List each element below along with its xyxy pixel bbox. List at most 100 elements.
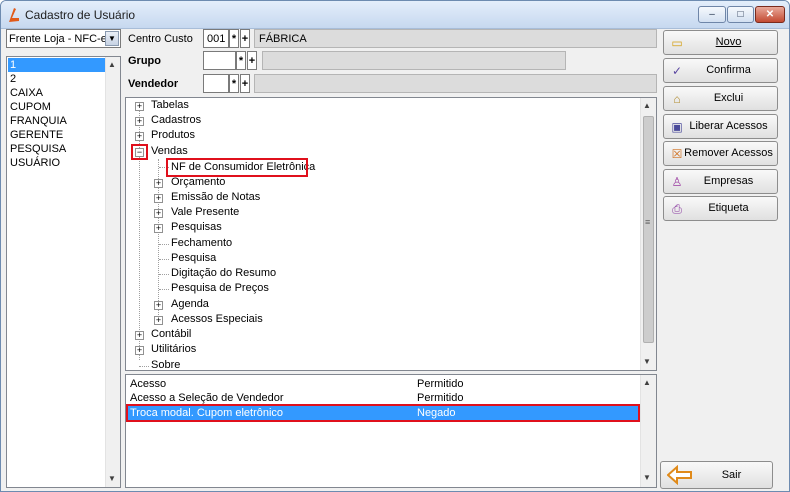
close-icon: ✕ (765, 9, 775, 20)
tree-node-contabil[interactable]: Contábil (151, 327, 191, 342)
minimize-icon: – (709, 9, 715, 20)
tree-node-agenda[interactable]: Agenda (171, 297, 209, 312)
app-logo-icon (9, 8, 19, 22)
store-dropdown-value: Frente Loja - NFC-e (9, 33, 107, 45)
delete-button[interactable]: ⌂ Exclui (663, 86, 778, 111)
tree-line (159, 274, 169, 275)
tree-node-emissao-notas[interactable]: Emissão de Notas (171, 190, 260, 205)
tree-node-pesquisas[interactable]: Pesquisas (171, 220, 222, 235)
tree-node-fechamento[interactable]: Fechamento (171, 236, 232, 251)
seller-search-button[interactable]: * (229, 74, 239, 93)
scroll-down-icon[interactable]: ▼ (108, 474, 116, 483)
tree-line (159, 244, 169, 245)
label-button[interactable]: ⎙ Etiqueta (663, 196, 778, 221)
list-item[interactable]: FRANQUIA (8, 114, 106, 128)
list-item[interactable]: GERENTE (8, 128, 106, 142)
list-item[interactable]: CAIXA (8, 86, 106, 100)
permissions-grid[interactable]: Acesso Permitido Acesso a Seleção de Ven… (125, 374, 657, 488)
tree-node-pesquisa-precos[interactable]: Pesquisa de Preços (171, 281, 269, 296)
companies-button[interactable]: ♙ Empresas (663, 169, 778, 194)
revoke-access-button[interactable]: ☒ Remover Acessos (663, 141, 778, 166)
seller-code-input[interactable] (203, 74, 229, 93)
close-button[interactable]: ✕ (755, 6, 785, 23)
scroll-down-icon[interactable]: ▼ (643, 357, 651, 366)
collapse-highlight (131, 144, 148, 160)
tree-node-utilitarios[interactable]: Utilitários (151, 342, 196, 357)
group-name-field (262, 51, 566, 70)
permissions-tree[interactable]: + Tabelas + Cadastros + Produtos − Venda… (125, 97, 657, 371)
cost-center-add-button[interactable]: + (240, 29, 250, 48)
tree-node-digitacao-resumo[interactable]: Digitação do Resumo (171, 266, 276, 281)
table-row[interactable]: Acesso Permitido (127, 377, 639, 391)
expand-icon[interactable]: + (135, 331, 144, 340)
tree-line (159, 259, 169, 260)
user-list[interactable]: 1 2 CAIXA CUPOM FRANQUIA GERENTE PESQUIS… (6, 56, 121, 488)
minimize-button[interactable]: – (698, 6, 726, 23)
expand-icon[interactable]: + (154, 179, 163, 188)
group-add-button[interactable]: + (247, 51, 257, 70)
tree-node-orcamento[interactable]: Orçamento (171, 175, 225, 190)
cost-center-search-button[interactable]: * (229, 29, 239, 48)
grid-scrollbar[interactable]: ▲ ▼ (640, 375, 656, 487)
tree-node-pesquisa[interactable]: Pesquisa (171, 251, 216, 266)
expand-icon[interactable]: + (135, 132, 144, 141)
tree-line (159, 289, 169, 290)
expand-icon[interactable]: + (154, 301, 163, 310)
list-item[interactable]: 2 (8, 72, 106, 86)
scroll-up-icon[interactable]: ▲ (108, 60, 116, 69)
expand-icon[interactable]: + (154, 209, 163, 218)
scroll-up-icon[interactable]: ▲ (643, 101, 651, 110)
list-item[interactable]: USUÁRIO (8, 156, 106, 170)
tree-node-produtos[interactable]: Produtos (151, 128, 195, 143)
tree-node-sobre[interactable]: Sobre (151, 358, 180, 370)
scroll-up-icon[interactable]: ▲ (643, 378, 651, 387)
scroll-down-icon[interactable]: ▼ (643, 473, 651, 482)
expand-icon[interactable]: + (135, 117, 144, 126)
seller-name-field (254, 74, 657, 93)
cost-center-label: Centro Custo (128, 33, 193, 45)
window-title: Cadastro de Usuário (25, 8, 136, 22)
status-cell: Permitido (417, 378, 464, 390)
scroll-thumb[interactable]: ≡ (643, 116, 654, 343)
maximize-icon: □ (737, 9, 744, 20)
exit-button[interactable]: Sair (660, 461, 773, 489)
expand-icon[interactable]: + (154, 316, 163, 325)
user-list-scrollbar[interactable]: ▲ ▼ (105, 57, 120, 487)
table-row[interactable]: Acesso a Seleção de Vendedor Permitido (127, 391, 639, 405)
tree-node-cadastros[interactable]: Cadastros (151, 113, 201, 128)
expand-icon[interactable]: + (135, 346, 144, 355)
maximize-button[interactable]: □ (727, 6, 754, 23)
exit-arrow-icon (667, 465, 692, 485)
group-search-button[interactable]: * (236, 51, 246, 70)
tree-node-acessos-especiais[interactable]: Acessos Especiais (171, 312, 263, 327)
list-item[interactable]: 1 (8, 58, 106, 72)
tree-node-tabelas[interactable]: Tabelas (151, 98, 189, 113)
tree-node-vale-presente[interactable]: Vale Presente (171, 205, 239, 220)
tree-scrollbar[interactable]: ▲ ≡ ▼ (640, 98, 656, 370)
seller-add-button[interactable]: + (240, 74, 250, 93)
grant-access-button[interactable]: ▣ Liberar Acessos (663, 114, 778, 139)
tree-line (139, 366, 149, 367)
tree-node-vendas[interactable]: Vendas (151, 144, 188, 159)
scroll-grip-icon: ≡ (645, 217, 651, 227)
access-cell: Acesso a Seleção de Vendedor (130, 392, 284, 404)
expand-icon[interactable]: + (154, 194, 163, 203)
row-highlight (126, 404, 640, 422)
group-code-input[interactable] (203, 51, 236, 70)
expand-icon[interactable]: + (154, 224, 163, 233)
access-cell: Acesso (130, 378, 167, 390)
cost-center-name-field: FÁBRICA (254, 29, 657, 48)
status-cell: Permitido (417, 392, 464, 404)
seller-label: Vendedor (128, 78, 179, 90)
list-item[interactable]: CUPOM (8, 100, 106, 114)
list-item[interactable]: PESQUISA (8, 142, 106, 156)
new-button[interactable]: ▭ Novo (663, 30, 778, 55)
user-registration-window: Cadastro de Usuário – □ ✕ Frente Loja - … (0, 0, 790, 492)
title-bar[interactable]: Cadastro de Usuário – □ ✕ (1, 1, 789, 29)
expand-icon[interactable]: + (135, 102, 144, 111)
chevron-down-icon[interactable]: ▼ (105, 31, 119, 46)
cost-center-code-input[interactable]: 001 (203, 29, 229, 48)
store-dropdown[interactable]: Frente Loja - NFC-e ▼ (6, 29, 121, 48)
group-label: Grupo (128, 55, 161, 67)
confirm-button[interactable]: ✓ Confirma (663, 58, 778, 83)
